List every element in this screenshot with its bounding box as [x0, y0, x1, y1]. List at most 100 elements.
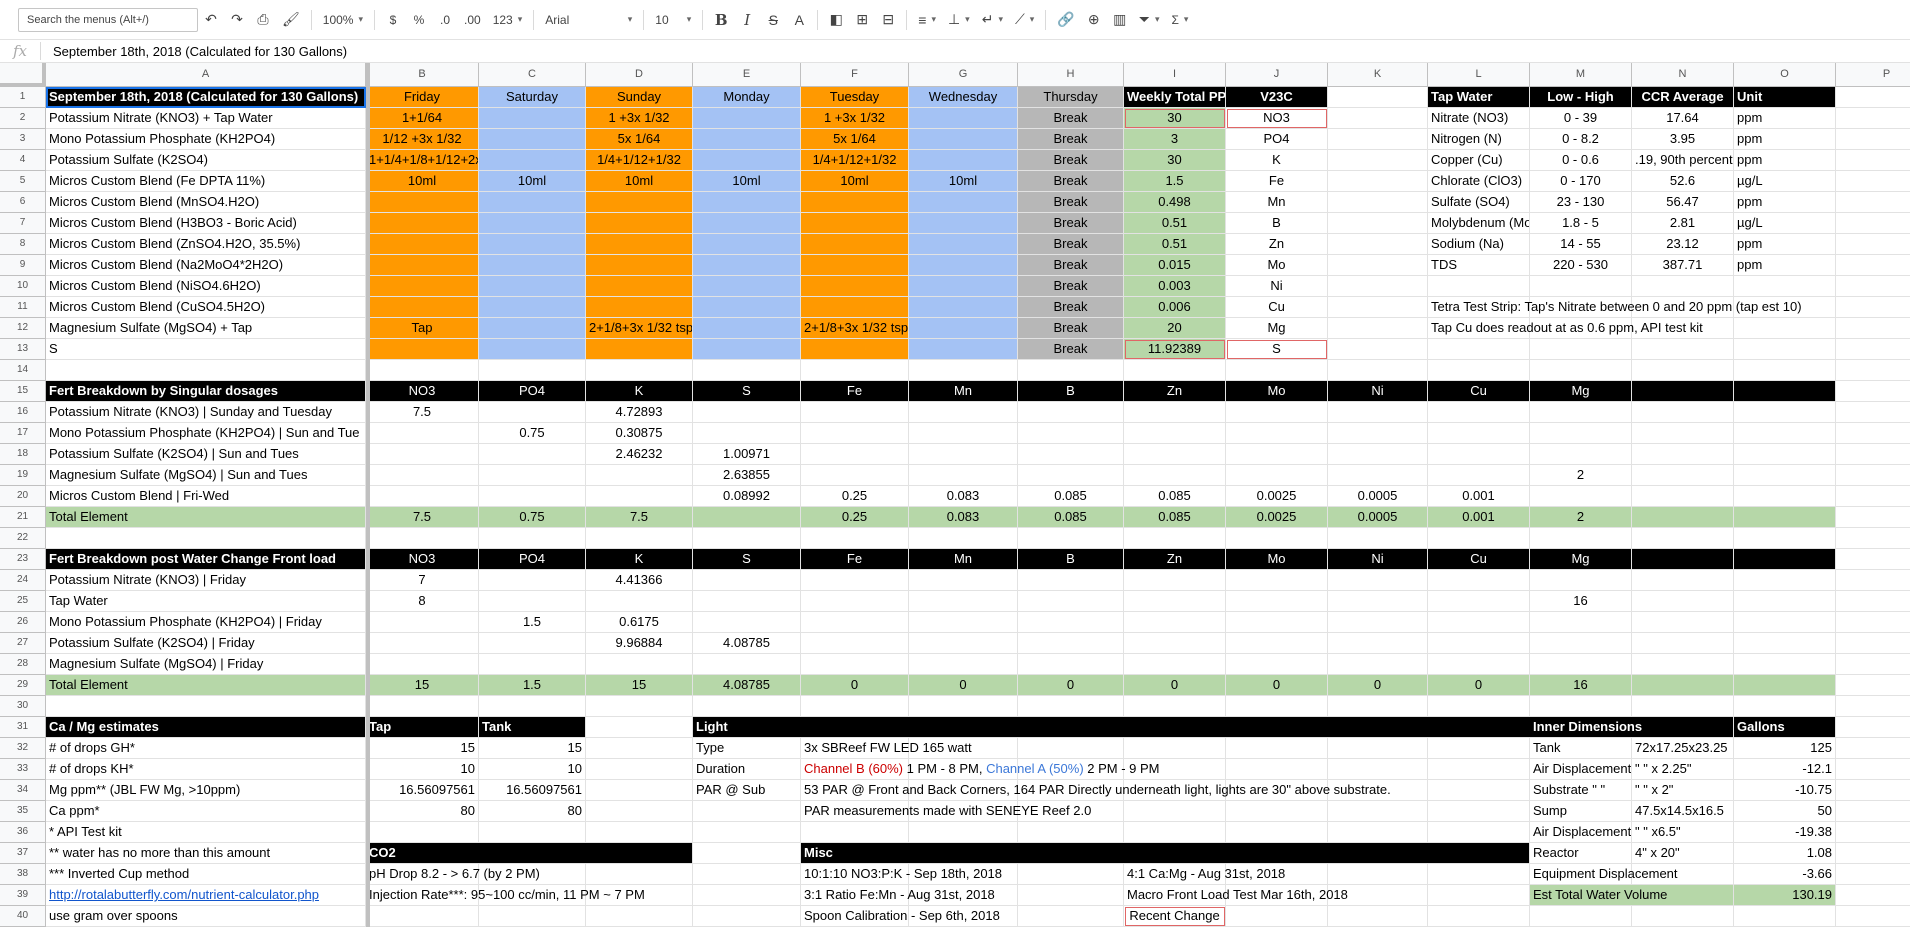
cell-empty[interactable]: [1328, 591, 1428, 612]
cell-l7[interactable]: Molybdenum (Mo): [1428, 213, 1530, 234]
percent-format-button[interactable]: %: [408, 7, 430, 33]
cell-e29[interactable]: 4.08785: [693, 675, 801, 696]
cell-a2[interactable]: Potassium Nitrate (KNO3) + Tap Water: [46, 108, 366, 129]
row-header[interactable]: 15: [0, 381, 46, 402]
cell-l12[interactable]: Tap Cu does readout at as 0.6 ppm, API t…: [1428, 318, 1703, 339]
cell-j29[interactable]: 0: [1226, 675, 1328, 696]
cell-empty[interactable]: [1428, 423, 1530, 444]
cell-empty[interactable]: [1836, 549, 1910, 570]
cell-d3[interactable]: 5x 1/64: [586, 129, 693, 150]
cell-empty[interactable]: [1734, 654, 1836, 675]
row-header[interactable]: 36: [0, 822, 46, 843]
cell-d7[interactable]: [586, 213, 693, 234]
cell-i6[interactable]: 0.498: [1124, 192, 1226, 213]
row-header[interactable]: 9: [0, 255, 46, 276]
cell-empty[interactable]: [1328, 129, 1428, 150]
cell-empty[interactable]: [366, 423, 479, 444]
cell-a23[interactable]: Fert Breakdown post Water Change Front l…: [46, 549, 366, 570]
cell-h12[interactable]: Break: [1018, 318, 1124, 339]
cell-empty[interactable]: [479, 444, 586, 465]
cell-c13[interactable]: [479, 339, 586, 360]
cell-empty[interactable]: [366, 360, 479, 381]
row-header[interactable]: 33: [0, 759, 46, 780]
cell-empty[interactable]: [1836, 360, 1910, 381]
cell-empty[interactable]: [1018, 906, 1124, 927]
cell-empty[interactable]: [1226, 759, 1328, 780]
cell-f37[interactable]: Misc: [801, 843, 1530, 864]
cell-empty[interactable]: [1734, 276, 1836, 297]
cell-o1[interactable]: Unit: [1734, 87, 1836, 108]
cell-empty[interactable]: [1836, 444, 1910, 465]
cell-c31[interactable]: Tank: [479, 717, 586, 738]
row-header[interactable]: 4: [0, 150, 46, 171]
cell-empty[interactable]: [1836, 759, 1910, 780]
cell-m9[interactable]: 220 - 530: [1530, 255, 1632, 276]
row-header[interactable]: 10: [0, 276, 46, 297]
cell-n9[interactable]: 387.71: [1632, 255, 1734, 276]
row-header[interactable]: 16: [0, 402, 46, 423]
cell-k15[interactable]: Ni: [1328, 381, 1428, 402]
select-all-corner[interactable]: [0, 63, 46, 87]
merge-cells-icon[interactable]: ⊟: [877, 7, 899, 33]
insert-chart-icon[interactable]: ▥: [1109, 7, 1131, 33]
cell-empty[interactable]: [1836, 255, 1910, 276]
column-header[interactable]: B: [366, 63, 479, 87]
cell-e12[interactable]: [693, 318, 801, 339]
cell-h21[interactable]: 0.085: [1018, 507, 1124, 528]
cell-d16[interactable]: 4.72893: [586, 402, 693, 423]
cell-a7[interactable]: Micros Custom Blend (H3BO3 - Boric Acid): [46, 213, 366, 234]
cell-empty[interactable]: [366, 528, 479, 549]
cell-empty[interactable]: [1328, 87, 1428, 108]
cell-empty[interactable]: [1836, 570, 1910, 591]
cell-f4[interactable]: 1/4+1/12+1/32: [801, 150, 909, 171]
cell-empty[interactable]: [1530, 612, 1632, 633]
cell-b16[interactable]: 7.5: [366, 402, 479, 423]
row-header[interactable]: 5: [0, 171, 46, 192]
cell-empty[interactable]: [1836, 87, 1910, 108]
cell-empty[interactable]: [909, 591, 1018, 612]
undo-icon[interactable]: ↶: [200, 7, 222, 33]
cell-empty[interactable]: [1530, 654, 1632, 675]
row-header[interactable]: 12: [0, 318, 46, 339]
cell-l20[interactable]: 0.001: [1428, 486, 1530, 507]
cell-e4[interactable]: [693, 150, 801, 171]
cell-empty[interactable]: [1836, 402, 1910, 423]
row-header[interactable]: 29: [0, 675, 46, 696]
cell-empty[interactable]: [1632, 654, 1734, 675]
cell-empty[interactable]: [1328, 801, 1428, 822]
cell-m25[interactable]: 16: [1530, 591, 1632, 612]
cell-empty[interactable]: [1836, 675, 1910, 696]
cell-empty[interactable]: [1836, 591, 1910, 612]
cell-empty[interactable]: [1124, 654, 1226, 675]
cell-empty[interactable]: [1226, 444, 1328, 465]
cell-o21[interactable]: [1734, 507, 1836, 528]
cell-d15[interactable]: K: [586, 381, 693, 402]
cell-empty[interactable]: [1836, 423, 1910, 444]
cell-empty[interactable]: [586, 465, 693, 486]
column-header[interactable]: D: [586, 63, 693, 87]
cell-empty[interactable]: [909, 528, 1018, 549]
cell-empty[interactable]: [1124, 570, 1226, 591]
column-header[interactable]: I: [1124, 63, 1226, 87]
cell-d11[interactable]: [586, 297, 693, 318]
cell-empty[interactable]: [1018, 444, 1124, 465]
cell-d5[interactable]: 10ml: [586, 171, 693, 192]
cell-i21[interactable]: 0.085: [1124, 507, 1226, 528]
cell-b5[interactable]: 10ml: [366, 171, 479, 192]
paint-format-icon[interactable]: 🖌: [278, 7, 304, 33]
cell-empty[interactable]: [1428, 444, 1530, 465]
cell-empty[interactable]: [366, 654, 479, 675]
cell-a19[interactable]: Magnesium Sulfate (MgSO4) | Sun and Tues: [46, 465, 366, 486]
cell-e19[interactable]: 2.63855: [693, 465, 801, 486]
cell-empty[interactable]: [1124, 465, 1226, 486]
cell-h1[interactable]: Thursday: [1018, 87, 1124, 108]
cell-d13[interactable]: [586, 339, 693, 360]
cell-empty[interactable]: [1734, 402, 1836, 423]
cell-m31[interactable]: Inner Dimensions: [1530, 717, 1734, 738]
cell-empty[interactable]: [1328, 108, 1428, 129]
cell-empty[interactable]: [1226, 570, 1328, 591]
cell-empty[interactable]: [909, 444, 1018, 465]
cell-i40[interactable]: Recent Change: [1124, 906, 1226, 927]
cell-empty[interactable]: [1836, 108, 1910, 129]
cell-empty[interactable]: [1836, 528, 1910, 549]
